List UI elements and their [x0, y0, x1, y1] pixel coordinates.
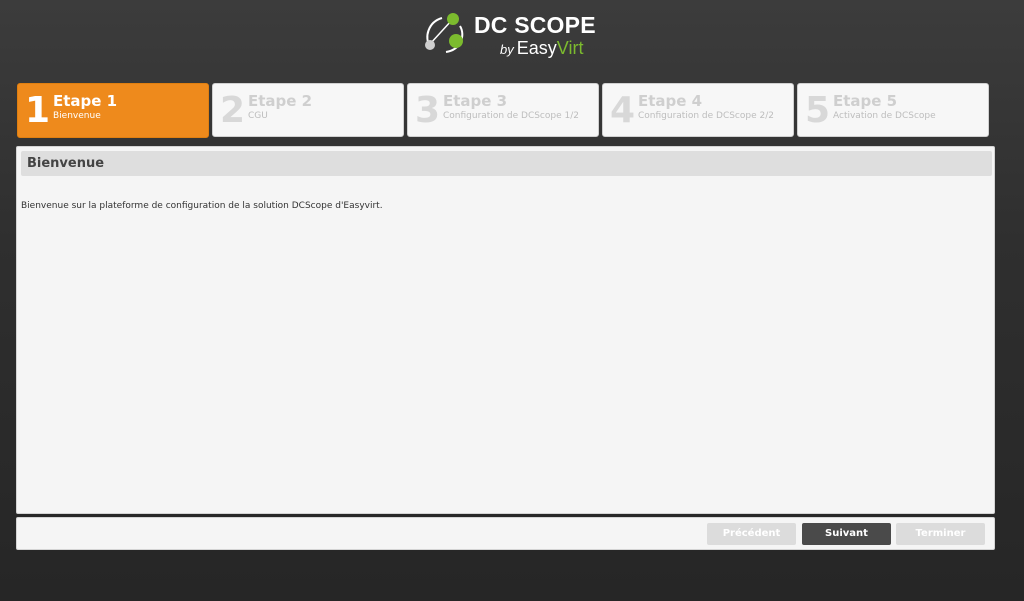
step-subtitle: CGU	[248, 111, 268, 121]
step-title: Etape 5	[833, 92, 898, 110]
step-3[interactable]: 3 Etape 3 Configuration de DCScope 1/2	[407, 83, 599, 137]
step-title: Etape 1	[53, 92, 118, 110]
panel-header: Bienvenue	[21, 151, 992, 176]
panel-title: Bienvenue	[27, 156, 105, 171]
step-5[interactable]: 5 Etape 5 Activation de DCScope	[797, 83, 989, 137]
step-subtitle: Configuration de DCScope 2/2	[638, 111, 774, 121]
step-subtitle: Activation de DCScope	[833, 111, 936, 121]
step-number: 1	[25, 90, 51, 131]
logo-title: DC SCOPE	[474, 12, 596, 38]
step-number: 2	[220, 90, 246, 131]
finish-button[interactable]: Terminer	[896, 523, 985, 545]
step-subtitle: Configuration de DCScope 1/2	[443, 111, 579, 121]
step-subtitle: Bienvenue	[53, 111, 101, 121]
previous-button[interactable]: Précédent	[707, 523, 796, 545]
logo-virt: Virt	[556, 38, 584, 58]
step-title: Etape 2	[248, 92, 313, 110]
logo-easy: Easy	[516, 38, 557, 58]
welcome-text: Bienvenue sur la plateforme de configura…	[21, 201, 383, 211]
logo-tagline: by EasyVirt	[500, 38, 583, 59]
dcscope-logo-icon	[425, 13, 464, 53]
step-number: 5	[805, 90, 831, 131]
step-number: 4	[610, 90, 636, 131]
logo-by: by	[500, 42, 514, 57]
step-number: 3	[415, 90, 441, 131]
dcscope-logo: DC SCOPE by EasyVirt	[420, 10, 600, 60]
wizard-footer: Précédent Suivant Terminer	[16, 517, 995, 550]
step-title: Etape 4	[638, 92, 703, 110]
content-panel: Bienvenue Bienvenue sur la plateforme de…	[16, 146, 995, 514]
step-title: Etape 3	[443, 92, 508, 110]
step-2[interactable]: 2 Etape 2 CGU	[212, 83, 404, 137]
step-1[interactable]: 1 Etape 1 Bienvenue	[17, 83, 209, 138]
next-button[interactable]: Suivant	[802, 523, 891, 545]
step-4[interactable]: 4 Etape 4 Configuration de DCScope 2/2	[602, 83, 794, 137]
wizard-steps: 1 Etape 1 Bienvenue 2 Etape 2 CGU 3 Etap…	[17, 83, 989, 138]
